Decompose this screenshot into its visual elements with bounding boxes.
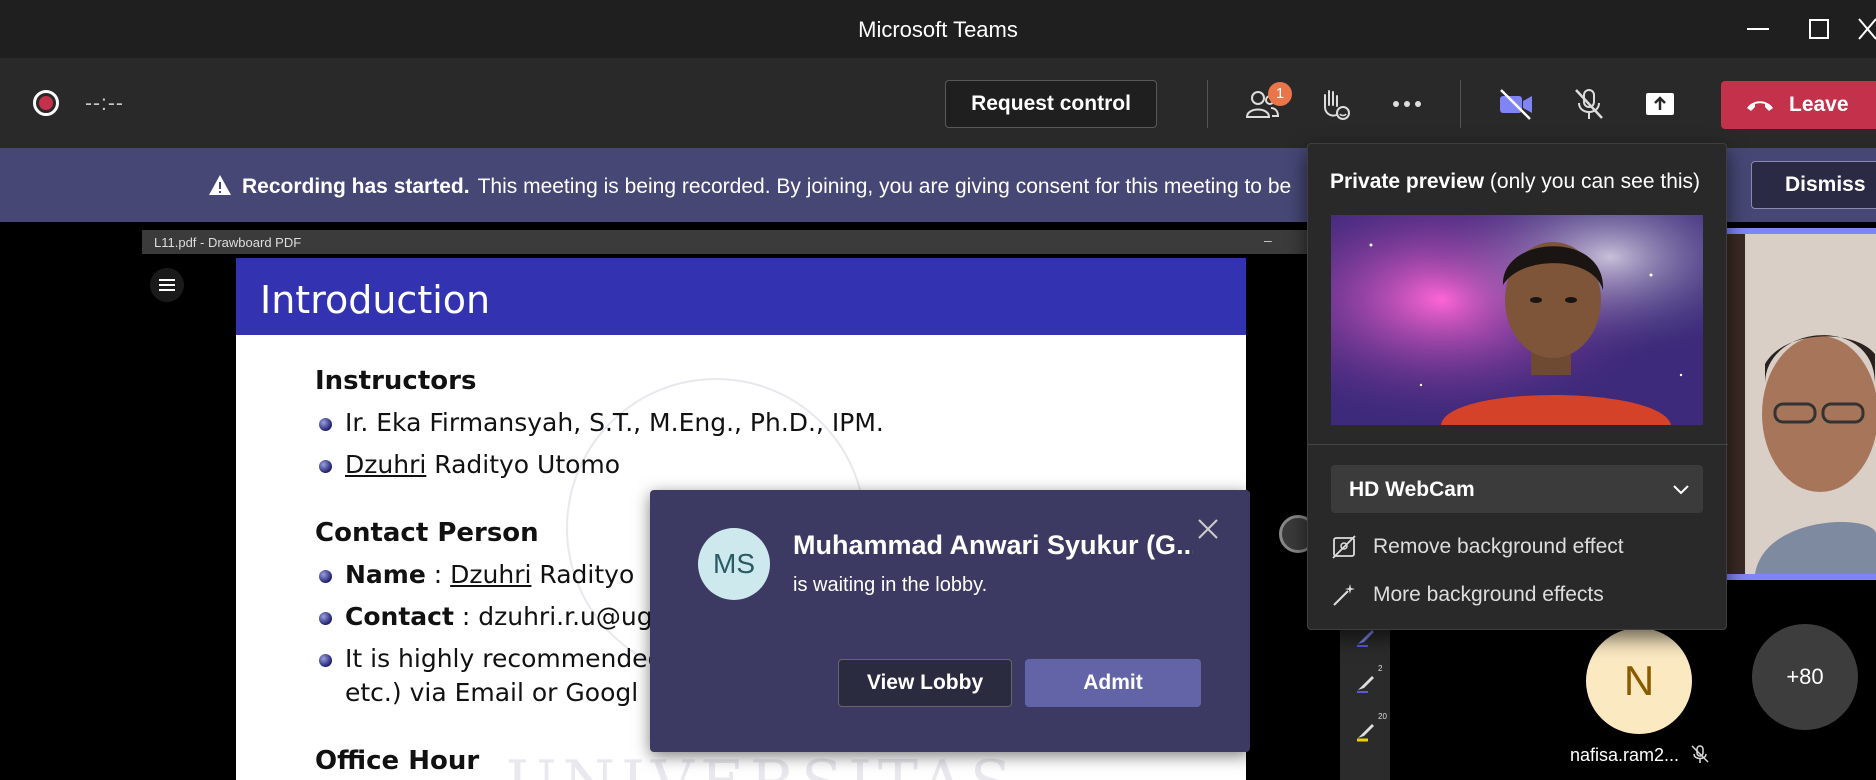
camera-toggle-button[interactable] — [1494, 82, 1538, 126]
hang-up-icon — [1747, 101, 1773, 111]
self-video — [1331, 215, 1703, 425]
recommend-item: It is highly recommended — [318, 644, 664, 673]
highlighter-icon — [1357, 724, 1374, 742]
watermark-text: UNIVERSITAS — [506, 748, 1017, 780]
self-video-preview — [1331, 215, 1703, 425]
raise-hand-button[interactable] — [1312, 82, 1356, 126]
remove-background-option[interactable]: Remove background effect — [1331, 532, 1624, 562]
dismiss-button[interactable]: Dismiss — [1751, 161, 1876, 209]
no-background-icon — [1332, 535, 1356, 559]
more-actions-button[interactable] — [1385, 82, 1429, 126]
pen-icon — [1357, 676, 1374, 693]
name-sep: : — [425, 560, 451, 589]
office-hour-heading: Office Hour — [315, 746, 480, 776]
slide-title: Introduction — [260, 278, 491, 322]
more-participants-button[interactable]: +80 — [1752, 624, 1858, 730]
chevron-down-icon — [1673, 485, 1689, 495]
contact-heading: Contact Person — [315, 518, 539, 548]
participant-video — [1725, 234, 1876, 574]
warning-icon — [209, 175, 231, 195]
name-label: Name — [345, 560, 426, 589]
slide-header: Introduction — [236, 258, 1246, 335]
close-icon[interactable] — [1195, 516, 1221, 542]
camera-select-value: HD WebCam — [1349, 478, 1475, 501]
toolbar-divider — [1207, 80, 1208, 128]
maximize-icon[interactable] — [1804, 14, 1834, 44]
shared-window-minimize: – — [1264, 232, 1272, 248]
preview-title: Private preview (only you can see this) — [1330, 170, 1700, 194]
more-background-label: More background effects — [1373, 583, 1604, 606]
leave-button[interactable]: Leave — [1721, 81, 1876, 129]
participants-badge: 1 — [1268, 82, 1292, 106]
raise-hand-icon — [1324, 90, 1350, 120]
pen-2-size: 2 — [1378, 664, 1383, 673]
recording-message: Recording has started. This meeting is be… — [208, 174, 1298, 199]
contact-first-name: Dzuhri — [450, 560, 532, 589]
camera-select[interactable]: HD WebCam — [1331, 465, 1703, 513]
contact-label: Contact — [345, 602, 454, 631]
pen-2-tool[interactable]: 2 — [1354, 664, 1382, 694]
view-lobby-button[interactable]: View Lobby — [838, 659, 1012, 707]
avatar[interactable]: N — [1586, 628, 1692, 734]
recording-icon — [33, 90, 59, 116]
private-preview-panel: Private preview (only you can see this) … — [1307, 143, 1728, 630]
recommend-item-cont: etc.) via Email or Googl — [345, 678, 639, 707]
lobby-participant-name: Muhammad Anwari Syukur (G... — [793, 530, 1193, 560]
mic-toggle-button[interactable] — [1567, 82, 1611, 126]
request-control-button[interactable]: Request control — [945, 80, 1157, 128]
instructors-heading: Instructors — [315, 366, 477, 396]
avatar: MS — [698, 528, 770, 600]
share-tray-button[interactable] — [1638, 82, 1682, 126]
contact-email-item: Contact : dzuhri.r.u@ug — [319, 602, 653, 631]
more-background-effects-option[interactable]: More background effects — [1331, 580, 1604, 610]
meeting-toolbar: --:-- Request control 1 Leave — [0, 58, 1876, 148]
contact-rest-name: Radityo — [531, 560, 635, 589]
highlighter-size: 20 — [1378, 712, 1387, 721]
preview-title-bold: Private preview — [1330, 170, 1485, 193]
instructor-rest-name: Radityo Utomo — [426, 450, 621, 479]
shared-window-title: L11.pdf - Drawboard PDF — [154, 235, 302, 250]
mic-off-icon — [1691, 745, 1709, 763]
hamburger-menu-icon[interactable] — [150, 268, 184, 302]
minimize-icon[interactable] — [1743, 14, 1773, 44]
video-off-icon — [1500, 89, 1532, 120]
magic-wand-icon — [1333, 584, 1355, 606]
title-bar: Microsoft Teams — [0, 0, 1876, 58]
contact-name-item: Name : Dzuhri Radityo — [318, 560, 635, 589]
participant-name: nafisa.ram2... — [1570, 745, 1680, 765]
toolbar-divider — [1460, 80, 1461, 128]
leave-label: Leave — [1789, 93, 1849, 116]
close-window-icon[interactable] — [1855, 14, 1876, 44]
recording-heading: Recording has started. — [242, 175, 470, 198]
divider — [1308, 444, 1728, 445]
admit-button[interactable]: Admit — [1025, 659, 1201, 707]
mic-off-icon — [1575, 89, 1603, 119]
instructor-item: Dzuhri Radityo Utomo — [318, 450, 621, 479]
share-screen-icon — [1646, 93, 1674, 115]
preview-title-rest: (only you can see this) — [1484, 170, 1701, 193]
remove-background-label: Remove background effect — [1373, 535, 1624, 558]
lobby-message: is waiting in the lobby. — [793, 574, 988, 596]
more-icon — [1393, 101, 1421, 107]
drawing-tools: 2 20 — [1340, 610, 1390, 780]
recording-text: This meeting is being recorded. By joini… — [477, 175, 1298, 198]
highlighter-tool[interactable]: 20 — [1354, 712, 1387, 742]
contact-value: : dzuhri.r.u@ug — [453, 602, 653, 631]
shared-window-bar: L11.pdf - Drawboard PDF – — [142, 230, 1320, 254]
meeting-timer: --:-- — [85, 92, 124, 115]
instructor-first-name: Dzuhri — [345, 450, 427, 479]
lobby-notification: MS Muhammad Anwari Syukur (G... is waiti… — [650, 490, 1250, 752]
window-title: Microsoft Teams — [858, 17, 1018, 42]
instructor-item: Ir. Eka Firmansyah, S.T., M.Eng., Ph.D.,… — [319, 408, 884, 437]
participant-video-tile[interactable] — [1725, 228, 1876, 580]
